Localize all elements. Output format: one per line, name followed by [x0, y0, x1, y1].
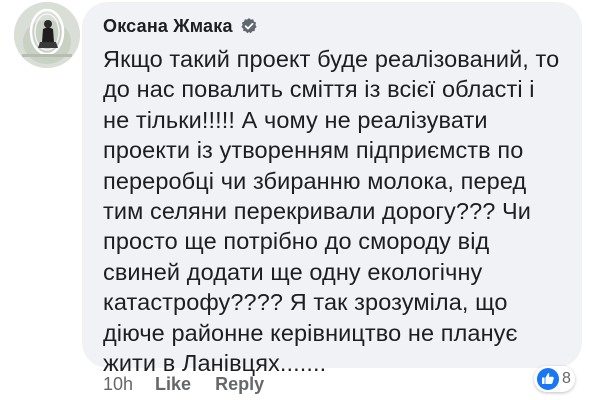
reaction-summary[interactable]: 8 [534, 366, 575, 392]
verified-badge-icon [240, 17, 258, 35]
reply-button[interactable]: Reply [215, 374, 264, 395]
author-name[interactable]: Оксана Жмака [103, 16, 233, 37]
comment-actions: 10h Like Reply [103, 374, 288, 395]
comment-bubble: Оксана Жмака Якщо такий проект буде реал… [82, 2, 582, 376]
avatar[interactable] [14, 2, 80, 68]
reaction-count: 8 [562, 370, 571, 387]
comment-timestamp[interactable]: 10h [103, 374, 133, 395]
comment-header: Оксана Жмака [103, 12, 566, 40]
comment-text: Якщо такий проект буде реалізований, то … [103, 46, 560, 377]
like-button[interactable]: Like [155, 374, 191, 395]
avatar-image [14, 2, 80, 68]
like-icon [537, 368, 559, 390]
